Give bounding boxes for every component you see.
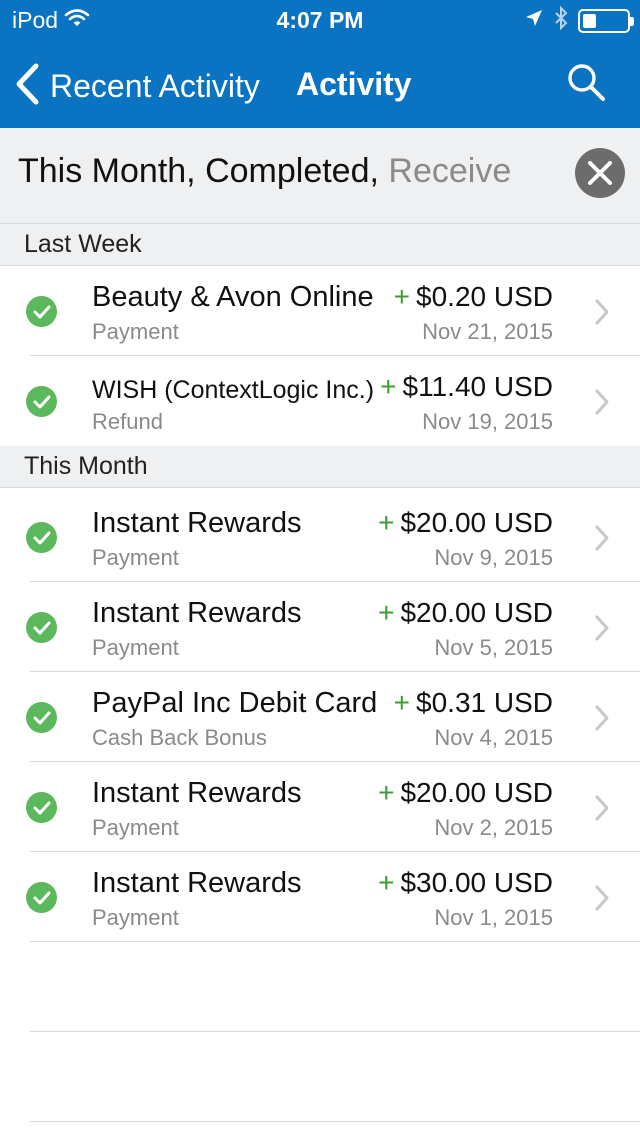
navigation-bar: Recent Activity Activity (0, 40, 640, 128)
transaction-type: Payment (92, 815, 179, 840)
transaction-date: Nov 19, 2015 (422, 409, 553, 434)
section-title: This Month (24, 452, 148, 480)
chevron-right-icon (594, 794, 610, 827)
row-divider (30, 941, 640, 942)
transaction-type: Payment (92, 319, 179, 344)
close-icon (588, 161, 612, 185)
amount-sign: + (378, 597, 395, 628)
transaction-date: Nov 21, 2015 (422, 319, 553, 344)
transaction-amount: + $11.40 USD (380, 371, 553, 403)
transaction-date: Nov 9, 2015 (434, 545, 553, 570)
transaction-type: Refund (92, 409, 163, 434)
transaction-date: Nov 2, 2015 (434, 815, 553, 840)
completed-check-icon (26, 702, 57, 733)
transaction-amount: + $20.00 USD (378, 777, 553, 809)
chevron-right-icon (594, 298, 610, 331)
top-bar: iPod 4:07 PM Recent Activity Activity (0, 0, 640, 128)
transaction-amount: + $20.00 USD (378, 507, 553, 539)
merchant-name: Instant Rewards (92, 507, 302, 539)
activity-row[interactable]: Instant Rewards Payment + $20.00 USD Nov … (0, 762, 640, 852)
merchant-name: Instant Rewards (92, 597, 302, 629)
completed-check-icon (26, 612, 57, 643)
transaction-amount: + $30.00 USD (378, 867, 553, 899)
filter-summary: This Month, Completed, Receive (18, 152, 558, 191)
section-title: Last Week (24, 230, 142, 258)
section-header-last-week: Last Week (0, 224, 640, 266)
amount-value: $20.00 USD (400, 777, 553, 808)
battery-level-fill (583, 13, 596, 28)
completed-check-icon (26, 386, 57, 417)
chevron-right-icon (594, 388, 610, 421)
amount-value: $0.31 USD (416, 687, 553, 718)
status-bar: iPod 4:07 PM (0, 0, 640, 40)
completed-check-icon (26, 792, 57, 823)
amount-value: $0.20 USD (416, 281, 553, 312)
back-chevron-icon (14, 62, 42, 111)
empty-row-divider (30, 1121, 640, 1122)
activity-row[interactable]: Instant Rewards Payment + $30.00 USD Nov … (0, 852, 640, 942)
transaction-amount: + $0.31 USD (394, 687, 553, 719)
activity-row[interactable]: Beauty & Avon Online Payment + $0.20 USD … (0, 266, 640, 356)
transaction-date: Nov 5, 2015 (434, 635, 553, 660)
filter-bar[interactable]: This Month, Completed, Receive (0, 128, 640, 224)
status-right-icons (524, 5, 634, 35)
activity-row[interactable]: WISH (ContextLogic Inc.) Refund + $11.40 … (0, 356, 640, 446)
chevron-right-icon (594, 614, 610, 647)
empty-row-divider (30, 1031, 640, 1032)
merchant-name: Instant Rewards (92, 867, 302, 899)
search-icon[interactable] (566, 62, 606, 107)
completed-check-icon (26, 296, 57, 327)
amount-value: $20.00 USD (400, 597, 553, 628)
battery-icon (578, 8, 634, 33)
activity-row[interactable]: Instant Rewards Payment + $20.00 USD Nov … (0, 582, 640, 672)
filter-text: This Month, Completed, (18, 152, 389, 190)
chevron-right-icon (594, 884, 610, 917)
amount-value: $11.40 USD (402, 371, 553, 402)
back-button-label: Recent Activity (50, 68, 260, 104)
chevron-right-icon (594, 524, 610, 557)
merchant-name: Beauty & Avon Online (92, 281, 374, 313)
amount-sign: + (393, 687, 411, 718)
section-header-this-month: This Month (0, 446, 640, 488)
amount-sign: + (393, 281, 411, 312)
transaction-date: Nov 4, 2015 (434, 725, 553, 750)
transaction-type: Payment (92, 635, 179, 660)
page-title: Activity (296, 66, 412, 102)
amount-sign: + (380, 371, 397, 402)
activity-row[interactable]: Instant Rewards Payment + $20.00 USD Nov … (0, 492, 640, 582)
amount-sign: + (378, 867, 395, 898)
clear-filter-button[interactable] (575, 148, 625, 198)
transaction-date: Nov 1, 2015 (434, 905, 553, 930)
amount-sign: + (378, 507, 395, 538)
completed-check-icon (26, 522, 57, 553)
filter-text-faded: Receive (388, 152, 512, 190)
amount-value: $30.00 USD (400, 867, 553, 898)
transaction-type: Cash Back Bonus (92, 725, 267, 750)
activity-row[interactable]: PayPal Inc Debit Card Cash Back Bonus + $… (0, 672, 640, 762)
transaction-amount: + $0.20 USD (394, 281, 553, 313)
chevron-right-icon (594, 704, 610, 737)
merchant-name: Instant Rewards (92, 777, 302, 809)
transaction-type: Payment (92, 905, 179, 930)
location-arrow-icon (524, 8, 544, 33)
merchant-name: PayPal Inc Debit Card (92, 687, 378, 719)
back-button[interactable]: Recent Activity (14, 62, 260, 111)
merchant-name: WISH (ContextLogic Inc.) (92, 376, 375, 404)
amount-value: $20.00 USD (400, 507, 553, 538)
transaction-type: Payment (92, 545, 179, 570)
completed-check-icon (26, 882, 57, 913)
amount-sign: + (378, 777, 395, 808)
transaction-amount: + $20.00 USD (378, 597, 553, 629)
bluetooth-icon (554, 5, 568, 35)
